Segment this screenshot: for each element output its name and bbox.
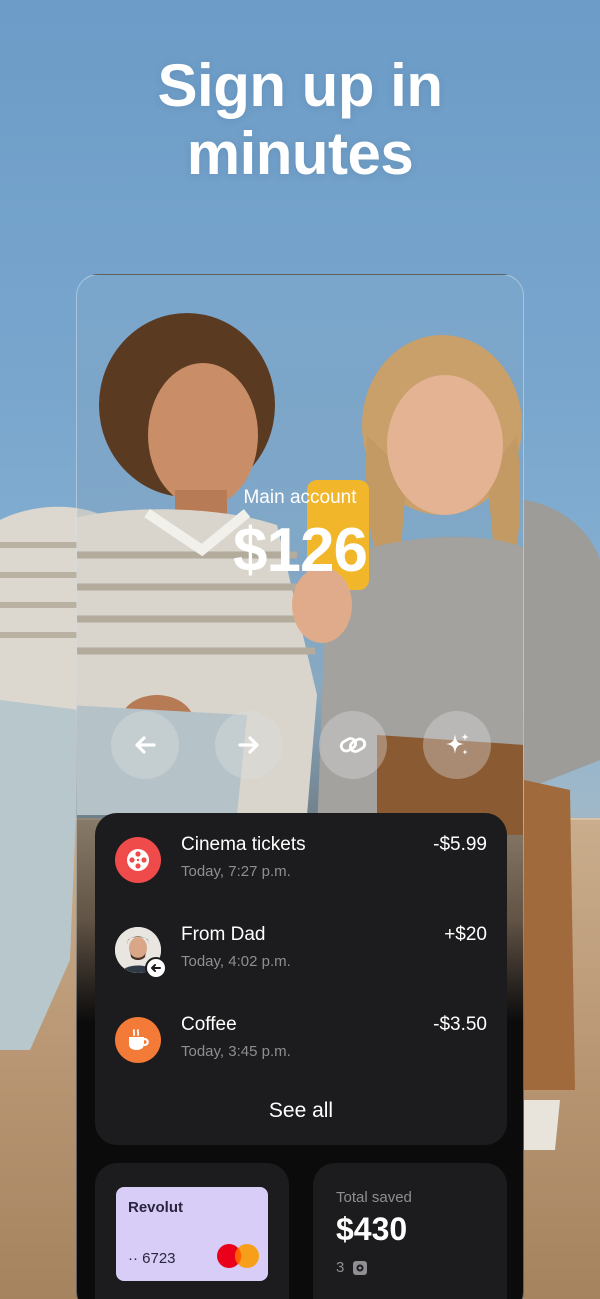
coffee-cup-icon [115,1017,161,1063]
card-tile[interactable]: Revolut ·· 6723 [95,1163,289,1299]
hero-title-line2: minutes [186,120,414,187]
see-all-button[interactable]: See all [95,1099,507,1123]
transaction-time: Today, 3:45 p.m. [181,1043,291,1060]
sparkle-icon [446,733,469,755]
payment-card[interactable]: Revolut ·· 6723 [116,1187,268,1281]
link-icon [339,737,367,753]
transaction-row[interactable]: Coffee Today, 3:45 p.m. -$3.50 [115,1013,487,1103]
card-brand: Revolut [128,1199,184,1216]
account-label: Main account [243,487,357,508]
savings-count: 3 [336,1259,368,1276]
quick-actions [111,711,491,779]
transactions-panel: Cinema tickets Today, 7:27 p.m. -$5.99 F… [95,813,507,1145]
incoming-arrow-icon [145,957,167,979]
arrow-right-icon [238,736,259,754]
film-reel-icon [115,837,161,883]
send-button[interactable] [111,711,179,779]
couple-photo [77,313,523,835]
transaction-row[interactable]: Cinema tickets Today, 7:27 p.m. -$5.99 [115,833,487,923]
receive-button[interactable] [215,711,283,779]
phone-preview: Main account $126 Cinema tickets Today, … [76,274,524,1299]
hero-title: Sign up in minutes [0,52,600,188]
hero-title-line1: Sign up in [157,52,443,119]
arrow-left-icon [135,736,156,754]
account-balance: $126 [233,516,368,585]
transaction-time: Today, 7:27 p.m. [181,863,291,880]
transaction-time: Today, 4:02 p.m. [181,953,291,970]
transaction-amount: -$5.99 [433,834,487,855]
savings-value: $430 [336,1211,408,1247]
transaction-title: Cinema tickets [181,834,306,855]
savings-label: Total saved [336,1189,412,1206]
transaction-amount: +$20 [444,924,487,945]
transaction-title: From Dad [181,924,266,945]
savings-count-value: 3 [336,1259,345,1276]
more-button[interactable] [423,711,491,779]
transaction-title: Coffee [181,1014,237,1035]
savings-tile[interactable]: Total saved $430 3 [313,1163,507,1299]
link-button[interactable] [319,711,387,779]
mastercard-logo-icon [217,1244,259,1268]
card-number: ·· 6723 [128,1250,176,1267]
vault-icon [353,1260,368,1275]
transaction-amount: -$3.50 [433,1014,487,1035]
transaction-row[interactable]: From Dad Today, 4:02 p.m. +$20 [115,923,487,1013]
avatar [115,927,167,979]
